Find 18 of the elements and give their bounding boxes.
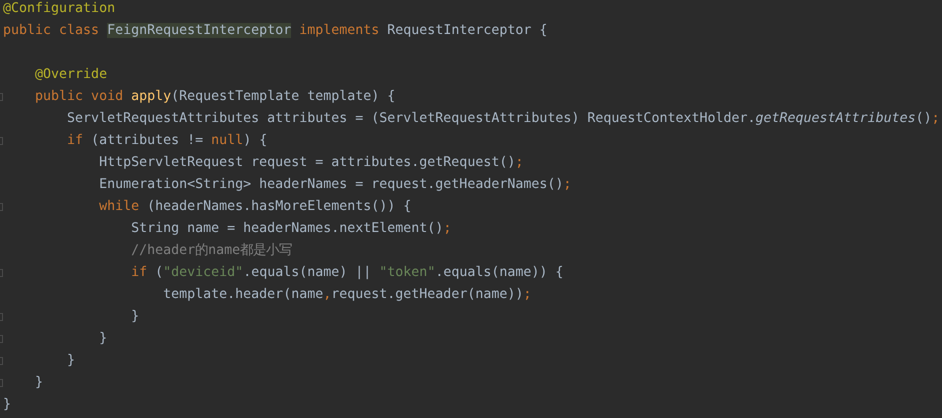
code-line: template.header(name,request.getHeader(name)); bbox=[162, 286, 532, 304]
code-line: while (headerNames.hasMoreElements()) { bbox=[98, 198, 412, 216]
code-line: HttpServletRequest request = attributes.getRequest(); bbox=[98, 154, 524, 172]
code-line: if ("deviceid".equals(name) || "token".equals(name)) { bbox=[130, 264, 564, 282]
code-line: if (attributes != null) { bbox=[66, 132, 268, 150]
code-line: } bbox=[3, 396, 12, 414]
code-line: } bbox=[66, 352, 76, 370]
code-line: @Override bbox=[34, 66, 108, 84]
code-line: String name = headerNames.nextElement(); bbox=[130, 220, 452, 238]
code-line: Enumeration<String> headerNames = request.getHeaderNames(); bbox=[98, 176, 572, 194]
code-line: //header的name都是小写 bbox=[130, 242, 292, 260]
code-line: @Configuration bbox=[3, 0, 116, 18]
code-line: } bbox=[130, 308, 140, 326]
code-line: } bbox=[98, 330, 108, 348]
code-line: public class FeignRequestInterceptor implements RequestInterceptor { bbox=[3, 22, 548, 40]
code-line: ServletRequestAttributes attributes = (ServletRequestAttributes) RequestContextHolder.getRequestAttributes(); bbox=[66, 110, 940, 128]
code-line: } bbox=[34, 374, 44, 392]
code-line: public void apply(RequestTemplate template) { bbox=[34, 88, 396, 106]
